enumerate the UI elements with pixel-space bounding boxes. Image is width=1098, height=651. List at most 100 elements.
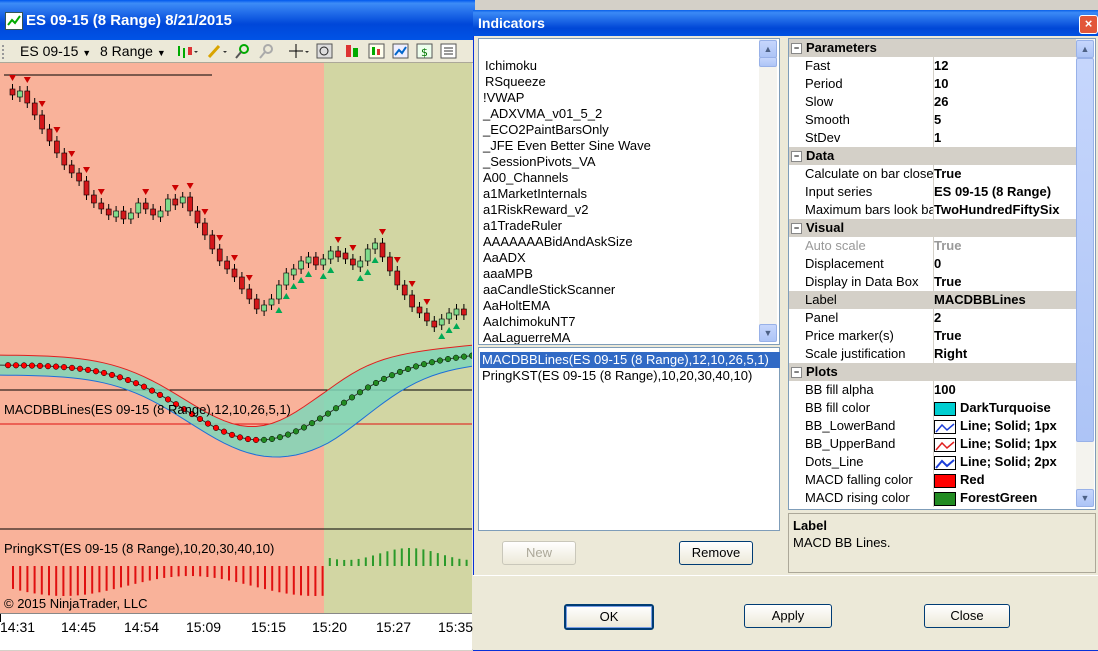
property-row-macd-falling[interactable]: MACD falling color Red bbox=[789, 471, 1077, 489]
list-item[interactable]: a1MarketInternals bbox=[483, 186, 587, 201]
close-button[interactable]: Close bbox=[924, 604, 1010, 628]
scroll-up-icon[interactable]: ▲ bbox=[759, 40, 777, 58]
property-row-bb-lower[interactable]: +BB_LowerBandLine; Solid; 1px bbox=[789, 417, 1077, 435]
property-row-calculate[interactable]: Calculate on bar close True bbox=[789, 165, 1077, 183]
property-value[interactable]: Red bbox=[934, 471, 1077, 489]
list-item[interactable]: A00_Channels bbox=[483, 170, 568, 185]
collapse-icon[interactable]: − bbox=[791, 223, 802, 234]
applied-item-selected[interactable]: MACDBBLines(ES 09-15 (8 Range),12,10,26,… bbox=[480, 352, 780, 368]
list-item[interactable]: AAAAAAABidAndAskSize bbox=[483, 234, 633, 249]
category-plots[interactable]: − Plots bbox=[789, 363, 1077, 381]
list-item[interactable]: a1RiskReward_v2 bbox=[483, 202, 589, 217]
property-value[interactable]: 10 bbox=[934, 75, 1077, 93]
remove-button[interactable]: Remove bbox=[679, 541, 753, 565]
properties-icon[interactable] bbox=[440, 43, 458, 62]
property-value[interactable]: 12 bbox=[934, 57, 1077, 75]
crosshair-icon[interactable] bbox=[288, 43, 310, 62]
property-value[interactable]: 26 bbox=[934, 93, 1077, 111]
property-row-bb-fill-alpha[interactable]: BB fill alpha 100 bbox=[789, 381, 1077, 399]
property-value[interactable]: Line; Solid; 1px bbox=[934, 417, 1077, 435]
scroll-up-icon[interactable]: ▲ bbox=[1076, 40, 1094, 58]
list-item[interactable]: Ichimoku bbox=[485, 58, 537, 73]
property-row-stdev[interactable]: StDev 1 bbox=[789, 129, 1077, 147]
drawing-pencil-icon[interactable] bbox=[206, 43, 228, 62]
property-row-bb-upper[interactable]: +BB_UpperBandLine; Solid; 1px bbox=[789, 435, 1077, 453]
property-value[interactable]: 0 bbox=[934, 255, 1077, 273]
new-button[interactable]: New bbox=[502, 541, 576, 565]
property-row-bb-fill-color[interactable]: BB fill color DarkTurquoise bbox=[789, 399, 1077, 417]
list-item[interactable]: !VWAP bbox=[483, 90, 524, 105]
list-item[interactable]: aaaMPB bbox=[483, 266, 533, 281]
collapse-icon[interactable]: − bbox=[791, 367, 802, 378]
bar-type-icon[interactable] bbox=[176, 43, 198, 62]
list-item[interactable]: _ECO2PaintBarsOnly bbox=[483, 122, 609, 137]
category-parameters[interactable]: − Parameters bbox=[789, 39, 1077, 57]
scroll-down-icon[interactable]: ▼ bbox=[1076, 489, 1094, 507]
property-row-smooth[interactable]: Smooth 5 bbox=[789, 111, 1077, 129]
indicators-icon[interactable] bbox=[344, 43, 362, 62]
property-value[interactable]: Line; Solid; 1px bbox=[934, 435, 1077, 453]
scroll-thumb[interactable] bbox=[759, 57, 777, 67]
chart-style-icon[interactable] bbox=[392, 43, 410, 62]
collapse-icon[interactable]: − bbox=[791, 43, 802, 54]
property-value[interactable]: DarkTurquoise bbox=[934, 399, 1077, 417]
strategies-icon[interactable] bbox=[368, 43, 386, 62]
chart-plot-area[interactable] bbox=[0, 63, 476, 613]
property-value[interactable]: ES 09-15 (8 Range) bbox=[934, 183, 1077, 201]
property-row-dots-line[interactable]: +Dots_LineLine; Solid; 2px bbox=[789, 453, 1077, 471]
list-item[interactable]: AaLaguerreMA bbox=[483, 330, 570, 344]
property-value[interactable]: True bbox=[934, 273, 1077, 291]
property-row-data-box[interactable]: Display in Data Box True bbox=[789, 273, 1077, 291]
close-icon[interactable]: × bbox=[1079, 15, 1098, 34]
apply-button[interactable]: Apply bbox=[744, 604, 832, 628]
property-row-scale-justification[interactable]: Scale justification Right bbox=[789, 345, 1077, 363]
list-item[interactable]: RSqueeze bbox=[485, 74, 546, 89]
property-row-max-bars[interactable]: Maximum bars look backTwoHundredFiftySix bbox=[789, 201, 1077, 219]
property-value[interactable]: 5 bbox=[934, 111, 1077, 129]
category-visual[interactable]: − Visual bbox=[789, 219, 1077, 237]
ok-button[interactable]: OK bbox=[564, 604, 654, 630]
property-grid[interactable]: − Parameters Fast 12 Period 10 Slow 26 Smoot… bbox=[788, 38, 1096, 510]
chart-canvas[interactable] bbox=[0, 63, 476, 613]
property-value[interactable]: True bbox=[934, 165, 1077, 183]
property-row-period[interactable]: Period 10 bbox=[789, 75, 1077, 93]
property-row-macd-rising[interactable]: MACD rising color ForestGreen bbox=[789, 489, 1077, 507]
list-item[interactable]: _ADXVMA_v01_5_2 bbox=[483, 106, 602, 121]
dialog-title-bar[interactable] bbox=[473, 10, 1098, 36]
property-value[interactable]: MACDBBLines bbox=[934, 291, 1077, 309]
category-data[interactable]: − Data bbox=[789, 147, 1077, 165]
scroll-thumb[interactable] bbox=[1076, 58, 1094, 442]
property-value[interactable]: Right bbox=[934, 345, 1077, 363]
property-row-panel[interactable]: Panel 2 bbox=[789, 309, 1077, 327]
list-item[interactable]: AaADX bbox=[483, 250, 526, 265]
property-grid-scrollbar[interactable]: ▲ ▼ bbox=[1076, 39, 1094, 507]
collapse-icon[interactable]: − bbox=[791, 151, 802, 162]
list-item[interactable]: AaIchimokuNT7 bbox=[483, 314, 575, 329]
zoom-in-icon[interactable] bbox=[234, 43, 252, 62]
property-row-displacement[interactable]: Displacement 0 bbox=[789, 255, 1077, 273]
list-item[interactable]: _SessionPivots_VA bbox=[483, 154, 596, 169]
property-value[interactable]: ForestGreen bbox=[934, 489, 1077, 507]
available-indicators-list[interactable]: Ichimoku RSqueeze !VWAP _ADXVMA_v01_5_2 … bbox=[478, 38, 780, 345]
property-row-price-marker[interactable]: Price marker(s) True bbox=[789, 327, 1077, 345]
property-row-label[interactable]: Label MACDBBLines bbox=[789, 291, 1077, 309]
property-value[interactable]: TwoHundredFiftySix bbox=[934, 201, 1077, 219]
property-value[interactable]: True bbox=[934, 327, 1077, 345]
list-item[interactable]: a1TradeRuler bbox=[483, 218, 562, 233]
property-value[interactable]: 1 bbox=[934, 129, 1077, 147]
instrument-selector[interactable]: ES 09-15 ▼ bbox=[16, 42, 95, 60]
property-row-slow[interactable]: Slow 26 bbox=[789, 93, 1077, 111]
property-value[interactable]: Line; Solid; 2px bbox=[934, 453, 1077, 471]
property-row-fast[interactable]: Fast 12 bbox=[789, 57, 1077, 75]
list-item[interactable]: aaCandleStickScanner bbox=[483, 282, 615, 297]
applied-indicators-list[interactable]: MACDBBLines(ES 09-15 (8 Range),12,10,26,… bbox=[478, 347, 780, 531]
property-row-input-series[interactable]: Input series ES 09-15 (8 Range) bbox=[789, 183, 1077, 201]
indicator-list-scrollbar[interactable]: ▲ ▼ bbox=[759, 39, 777, 342]
property-value[interactable]: 100 bbox=[934, 381, 1077, 399]
applied-item[interactable]: PringKST(ES 09-15 (8 Range),10,20,30,40,… bbox=[480, 368, 780, 384]
list-item[interactable]: _JFE Even Better Sine Wave bbox=[483, 138, 651, 153]
scroll-down-icon[interactable]: ▼ bbox=[759, 324, 777, 342]
list-item[interactable]: AaHoltEMA bbox=[483, 298, 550, 313]
property-value[interactable]: 2 bbox=[934, 309, 1077, 327]
interval-selector[interactable]: 8 Range ▼ bbox=[96, 42, 170, 60]
